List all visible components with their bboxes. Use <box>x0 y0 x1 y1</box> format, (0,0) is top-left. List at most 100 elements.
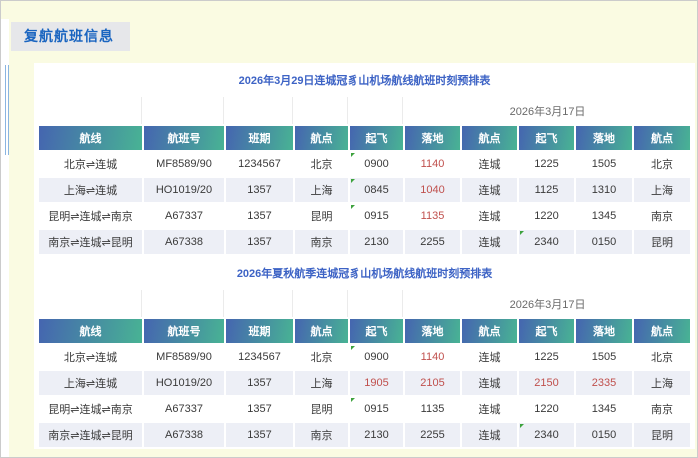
table-row: 南京⇌连城⇌昆明A673381357南京21302255连城23400150昆明 <box>39 230 690 254</box>
cell: 2255 <box>405 230 460 254</box>
empty-cell <box>226 290 293 317</box>
empty-cell <box>39 97 142 124</box>
cell: 2150 <box>519 371 574 395</box>
cell: 1505 <box>576 345 632 369</box>
date-row: 2026年3月17日 <box>39 290 690 317</box>
empty-cell <box>39 290 142 317</box>
cell: 昆明⇌连城⇌南京 <box>39 204 142 228</box>
cell: 1135 <box>405 204 460 228</box>
cell: 上海 <box>634 178 690 202</box>
left-accent-lines <box>5 65 9 155</box>
cell: 1140 <box>405 345 460 369</box>
column-header-dep2: 起飞 <box>519 319 574 343</box>
column-header-arr1: 落地 <box>405 319 460 343</box>
cell: A67338 <box>144 230 224 254</box>
table-row: 昆明⇌连城⇌南京A673371357昆明09151135连城12201345南京 <box>39 204 690 228</box>
cell: 1357 <box>226 204 293 228</box>
column-header-dep1: 起飞 <box>350 126 403 150</box>
cell: MF8589/90 <box>144 152 224 176</box>
cell: 南京⇌连城⇌昆明 <box>39 423 142 447</box>
cell: 1135 <box>405 397 460 421</box>
cell: 连城 <box>462 371 517 395</box>
table-title: 2026年3月29日连城冠豸山机场航线航班时刻预排表 <box>39 65 690 95</box>
column-header-dep1: 起飞 <box>350 319 403 343</box>
column-header-arr2: 落地 <box>576 126 632 150</box>
content-panel: 2026年3月29日连城冠豸山机场航线航班时刻预排表 2026年3月17日 航线… <box>34 63 695 449</box>
table-title: 2026年夏秋航季连城冠豸山机场航线航班时刻预排表 <box>39 258 690 288</box>
empty-cell <box>226 97 293 124</box>
cell: 昆明 <box>295 204 348 228</box>
cell: 昆明 <box>295 397 348 421</box>
cell: 北京⇌连城 <box>39 152 142 176</box>
cell: 连城 <box>462 230 517 254</box>
page-title: 复航航班信息 <box>11 22 130 51</box>
column-header-point1: 航点 <box>295 126 348 150</box>
cell: 1357 <box>226 230 293 254</box>
date-note: 2026年3月17日 <box>405 97 690 124</box>
empty-cell <box>144 97 224 124</box>
cell: 昆明 <box>634 230 690 254</box>
cell: 1234567 <box>226 345 293 369</box>
date-note: 2026年3月17日 <box>405 290 690 317</box>
cell-with-flag: 0915 <box>350 397 403 421</box>
empty-cell <box>295 290 348 317</box>
cell: 南京 <box>295 230 348 254</box>
cell: 2130 <box>350 423 403 447</box>
cell: 昆明 <box>634 423 690 447</box>
table-row: 南京⇌连城⇌昆明A673381357南京21302255连城23400150昆明 <box>39 423 690 447</box>
column-header-point2: 航点 <box>462 319 517 343</box>
cell: HO1019/20 <box>144 178 224 202</box>
cell: 1125 <box>519 178 574 202</box>
table-title-row: 2026年3月29日连城冠豸山机场航线航班时刻预排表 <box>39 65 690 95</box>
column-header-dep2: 起飞 <box>519 126 574 150</box>
cell: 北京 <box>295 152 348 176</box>
column-header-point3: 航点 <box>634 319 690 343</box>
header-row: 航线 航班号 班期 航点 起飞 落地 航点 起飞 落地 航点 <box>39 319 690 343</box>
cell: 连城 <box>462 178 517 202</box>
cell: 上海 <box>634 371 690 395</box>
cell-with-flag: 0845 <box>350 178 403 202</box>
cell: 2255 <box>405 423 460 447</box>
cell: 北京 <box>295 345 348 369</box>
empty-cell <box>350 97 403 124</box>
cell: A67337 <box>144 204 224 228</box>
cell: 上海 <box>295 371 348 395</box>
cell: 2105 <box>405 371 460 395</box>
cell: 上海⇌连城 <box>39 178 142 202</box>
cell: 连城 <box>462 345 517 369</box>
cell: 1140 <box>405 152 460 176</box>
cell: A67337 <box>144 397 224 421</box>
cell: 1345 <box>576 204 632 228</box>
cell: 1234567 <box>226 152 293 176</box>
cell: 2130 <box>350 230 403 254</box>
cell-with-flag: 2340 <box>519 423 574 447</box>
cell-with-flag: 0915 <box>350 204 403 228</box>
cell-with-flag: 0900 <box>350 152 403 176</box>
cell: 昆明⇌连城⇌南京 <box>39 397 142 421</box>
cell-with-flag: 0900 <box>350 345 403 369</box>
cell: 1040 <box>405 178 460 202</box>
column-header-days: 班期 <box>226 126 293 150</box>
cell: 1220 <box>519 397 574 421</box>
column-header-arr2: 落地 <box>576 319 632 343</box>
header-row: 航线 航班号 班期 航点 起飞 落地 航点 起飞 落地 航点 <box>39 126 690 150</box>
cell: 1225 <box>519 345 574 369</box>
table-row: 北京⇌连城MF8589/901234567北京09001140连城1225150… <box>39 152 690 176</box>
cell: 1225 <box>519 152 574 176</box>
column-header-route: 航线 <box>39 126 142 150</box>
cell: MF8589/90 <box>144 345 224 369</box>
column-header-point2: 航点 <box>462 126 517 150</box>
column-header-flightno: 航班号 <box>144 319 224 343</box>
cell: 1220 <box>519 204 574 228</box>
cell: 上海⇌连城 <box>39 371 142 395</box>
cell: 连城 <box>462 152 517 176</box>
cell: 连城 <box>462 423 517 447</box>
cell: 1357 <box>226 371 293 395</box>
flight-table-summer-autumn: 2026年夏秋航季连城冠豸山机场航线航班时刻预排表 2026年3月17日 航线 … <box>37 256 692 449</box>
flight-table-march29: 2026年3月29日连城冠豸山机场航线航班时刻预排表 2026年3月17日 航线… <box>37 63 692 256</box>
empty-cell <box>295 97 348 124</box>
date-row: 2026年3月17日 <box>39 97 690 124</box>
empty-cell <box>144 290 224 317</box>
cell: 上海 <box>295 178 348 202</box>
cell: 南京⇌连城⇌昆明 <box>39 230 142 254</box>
